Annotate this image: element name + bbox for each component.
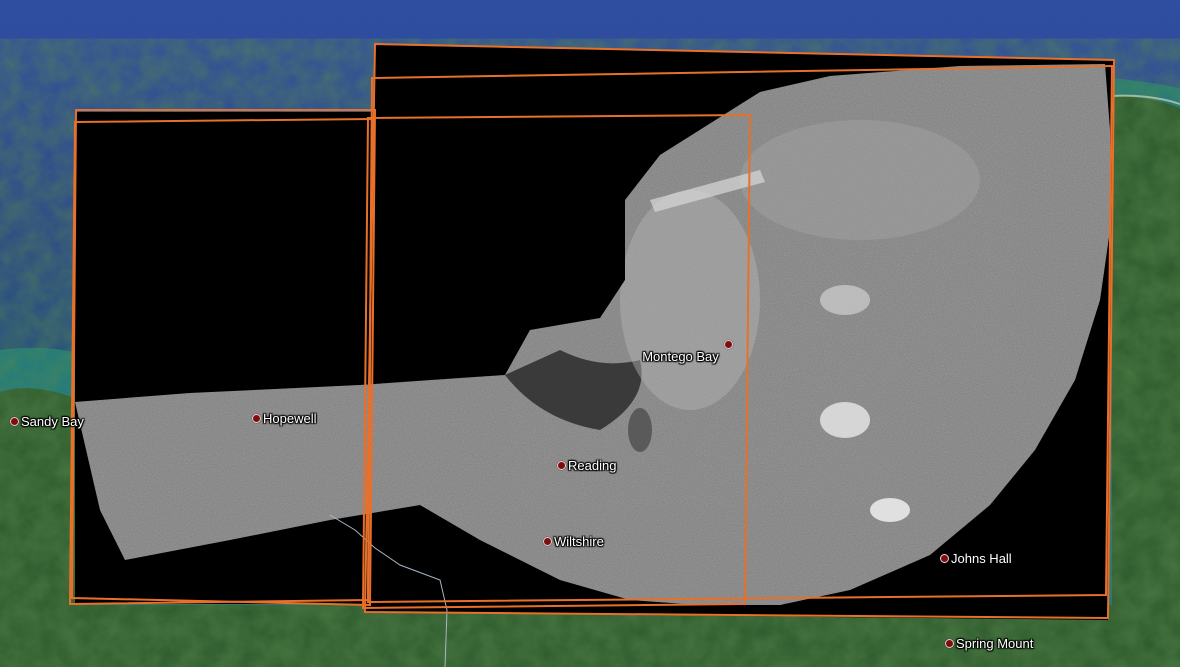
place-pin-icon bbox=[724, 340, 733, 349]
place-hopewell[interactable]: Hopewell bbox=[252, 411, 316, 426]
satellite-map[interactable] bbox=[0, 0, 1180, 667]
place-pin-icon bbox=[945, 639, 954, 648]
place-johns-hall[interactable]: Johns Hall bbox=[940, 551, 1012, 566]
place-label: Wiltshire bbox=[554, 534, 604, 549]
place-label: Hopewell bbox=[263, 411, 317, 426]
place-label: Montego Bay bbox=[642, 349, 719, 364]
place-pin-icon bbox=[10, 417, 19, 426]
place-pin-icon bbox=[252, 414, 261, 423]
place-pin-icon bbox=[940, 554, 949, 563]
place-wiltshire[interactable]: Wiltshire bbox=[543, 534, 604, 549]
place-sandy-bay[interactable]: Sandy Bay bbox=[10, 414, 84, 429]
place-label: Johns Hall bbox=[951, 551, 1012, 566]
place-label: Spring Mount bbox=[956, 636, 1034, 651]
place-label: Reading bbox=[568, 458, 617, 473]
place-label: Sandy Bay bbox=[21, 414, 84, 429]
place-montego-bay[interactable]: Montego Bay bbox=[628, 340, 733, 364]
place-spring-mount[interactable]: Spring Mount bbox=[945, 636, 1033, 651]
place-pin-icon bbox=[543, 537, 552, 546]
place-reading[interactable]: Reading bbox=[557, 458, 616, 473]
place-pin-icon bbox=[557, 461, 566, 470]
